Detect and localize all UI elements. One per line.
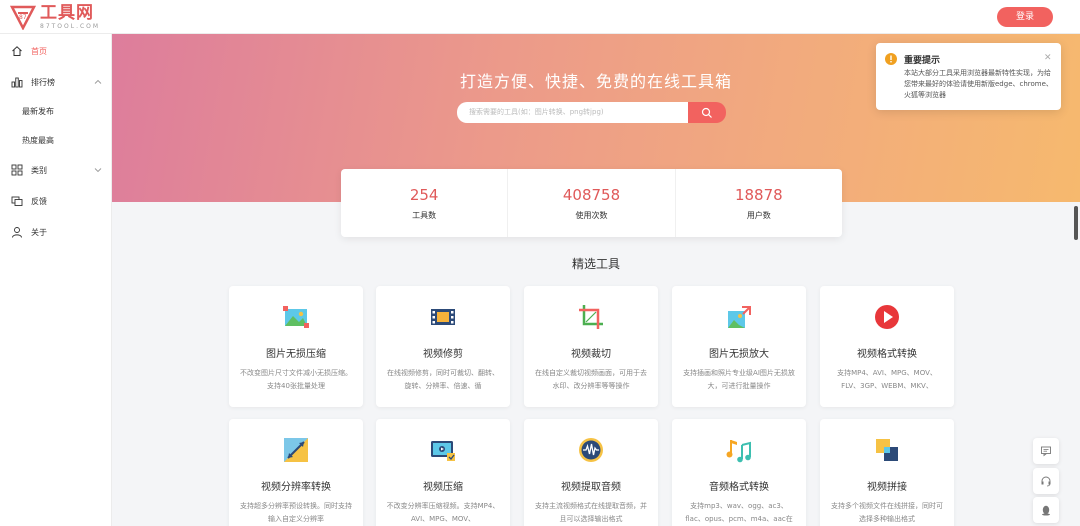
music-notes-icon bbox=[726, 440, 751, 463]
video-trim-icon bbox=[431, 309, 455, 325]
sidebar-item-ranking[interactable]: 排行榜 bbox=[0, 70, 112, 94]
sidebar-subitem-latest[interactable]: 最新发布 bbox=[22, 106, 54, 117]
tool-title: 视频拼接 bbox=[867, 482, 907, 493]
tool-card[interactable]: 视频格式转换 支持MP4、AVI、MPG、MOV、FLV、3GP、WEBM、MK… bbox=[820, 286, 954, 407]
tool-description: 不改变图片尺寸文件减小无损压缩。支持40张批量处理 bbox=[240, 369, 352, 390]
chevron-up-icon[interactable] bbox=[93, 77, 103, 87]
stat-label: 工具数 bbox=[412, 211, 437, 220]
search-button[interactable] bbox=[688, 102, 726, 123]
notice-body: 本站大部分工具采用浏览器最新特性实现，为给您带来最好的体验请使用新版edge、c… bbox=[904, 69, 1053, 99]
tool-card[interactable]: 视频分辨率转换 支持超多分辨率预设转换。同时支持输入自定义分辨率 bbox=[229, 419, 363, 526]
tool-title: 视频提取音频 bbox=[561, 482, 621, 493]
stat-value: 254 bbox=[409, 186, 439, 204]
support-button[interactable] bbox=[1033, 468, 1059, 494]
top-bar: 87 工具网 87TOOL.COM 登录 bbox=[0, 0, 1080, 34]
stat-usage: 408758 使用次数 bbox=[508, 169, 676, 237]
stat-label: 用户数 bbox=[746, 211, 771, 220]
logo-icon: 87 bbox=[10, 5, 36, 30]
home-icon bbox=[11, 45, 23, 57]
stat-tools: 254 工具数 bbox=[341, 169, 509, 237]
qq-icon bbox=[1042, 505, 1050, 516]
tool-title: 视频裁切 bbox=[571, 349, 611, 360]
chevron-down-icon[interactable] bbox=[93, 165, 103, 175]
sidebar-subitem-popular[interactable]: 热度最高 bbox=[22, 135, 54, 146]
audio-extract-icon bbox=[579, 438, 603, 462]
tool-title: 视频分辨率转换 bbox=[261, 482, 331, 493]
tool-description: 支持mp3、wav、ogg、ac3、flac、opus、pcm、m4a、aac在 bbox=[685, 502, 793, 523]
video-resolution-icon bbox=[284, 438, 308, 462]
tool-card[interactable]: 视频提取音频 支持主流视频格式在线提取音频，并且可以选择输出格式 bbox=[524, 419, 658, 526]
svg-text:87: 87 bbox=[19, 14, 27, 21]
user-icon bbox=[11, 226, 23, 238]
tool-title: 图片无损压缩 bbox=[266, 349, 326, 360]
stats-panel: 254 工具数 408758 使用次数 18878 用户数 bbox=[341, 169, 842, 237]
sidebar-item-label: 反馈 bbox=[31, 196, 47, 206]
tool-description: 支持主流视频格式在线提取音频，并且可以选择输出格式 bbox=[535, 502, 647, 523]
tool-title: 视频压缩 bbox=[423, 482, 463, 493]
search-input[interactable]: 搜索需要的工具(如：图片转换、png转jpg) bbox=[457, 102, 689, 123]
tool-description: 在线视频修剪，同时可裁切、翻转、旋转、分辨率、倍速、循 bbox=[387, 369, 499, 390]
tool-card[interactable]: 视频拼接 支持多个视频文件在线拼接，同时可选择多种输出格式 bbox=[820, 419, 954, 526]
video-convert-icon bbox=[875, 305, 899, 329]
video-merge-icon bbox=[876, 439, 898, 461]
logo-subtitle: 87TOOL.COM bbox=[40, 22, 101, 30]
sidebar-item-label: 类别 bbox=[31, 165, 47, 175]
warning-icon bbox=[885, 53, 897, 65]
tool-title: 图片无损放大 bbox=[709, 349, 769, 360]
logo-title: 工具网 bbox=[40, 2, 94, 23]
tool-title: 视频修剪 bbox=[423, 349, 463, 360]
tool-description: 在线自定义裁切视频画面，可用于去水印、改分辨率等等操作 bbox=[535, 369, 647, 390]
video-compress-icon bbox=[431, 441, 455, 461]
tool-description: 不改变分辨率压缩视频。支持MP4、AVI、MPG、MOV、 bbox=[386, 502, 500, 523]
feedback-icon bbox=[11, 195, 23, 207]
sidebar-item-feedback[interactable]: 反馈 bbox=[0, 189, 112, 213]
notice-title: 重要提示 bbox=[904, 56, 941, 66]
search-box: 搜索需要的工具(如：图片转换、png转jpg) bbox=[457, 102, 727, 123]
video-crop-icon bbox=[579, 305, 603, 329]
qq-button[interactable] bbox=[1033, 497, 1059, 523]
image-compress-icon bbox=[283, 306, 309, 328]
logo[interactable]: 87 工具网 87TOOL.COM bbox=[10, 4, 100, 30]
bar-chart-icon bbox=[11, 76, 23, 88]
stat-value: 18878 bbox=[734, 186, 783, 204]
tool-card[interactable]: 图片无损压缩 不改变图片尺寸文件减小无损压缩。支持40张批量处理 bbox=[229, 286, 363, 407]
login-button[interactable]: 登录 bbox=[997, 7, 1053, 27]
sidebar-item-category[interactable]: 类别 bbox=[0, 158, 112, 182]
sidebar-item-about[interactable]: 关于 bbox=[0, 220, 112, 244]
tool-card[interactable]: 视频修剪 在线视频修剪，同时可裁切、翻转、旋转、分辨率、倍速、循 bbox=[376, 286, 510, 407]
sidebar: 首页 排行榜 最新发布 热度最高 类别 反馈 关于 bbox=[0, 34, 112, 526]
tool-description: 支持插画和照片专业级AI图片无损放大，可进行批量操作 bbox=[683, 369, 795, 390]
grid-icon bbox=[11, 164, 23, 176]
tool-card[interactable]: 音频格式转换 支持mp3、wav、ogg、ac3、flac、opus、pcm、m… bbox=[672, 419, 806, 526]
search-icon bbox=[701, 107, 712, 118]
message-icon bbox=[1041, 446, 1051, 457]
tool-title: 视频格式转换 bbox=[857, 349, 917, 360]
notice-popup: 重要提示 ✕ 本站大部分工具采用浏览器最新特性实现，为给您带来最好的体验请使用新… bbox=[876, 43, 1061, 110]
scrollbar[interactable] bbox=[1074, 206, 1078, 240]
feedback-button[interactable] bbox=[1033, 438, 1059, 464]
sidebar-item-label: 排行榜 bbox=[31, 77, 55, 87]
tool-description: 支持超多分辨率预设转换。同时支持输入自定义分辨率 bbox=[240, 502, 352, 523]
tool-card[interactable]: 图片无损放大 支持插画和照片专业级AI图片无损放大，可进行批量操作 bbox=[672, 286, 806, 407]
close-icon[interactable]: ✕ bbox=[1044, 53, 1052, 63]
tool-description: 支持多个视频文件在线拼接，同时可选择多种输出格式 bbox=[831, 502, 943, 523]
stat-users: 18878 用户数 bbox=[676, 169, 842, 237]
tool-card[interactable]: 视频压缩 不改变分辨率压缩视频。支持MP4、AVI、MPG、MOV、 bbox=[376, 419, 510, 526]
stat-label: 使用次数 bbox=[575, 211, 608, 220]
stat-value: 408758 bbox=[562, 186, 621, 204]
image-enlarge-icon bbox=[728, 306, 751, 328]
sidebar-item-label: 首页 bbox=[31, 46, 47, 56]
tool-card[interactable]: 视频裁切 在线自定义裁切视频画面，可用于去水印、改分辨率等等操作 bbox=[524, 286, 658, 407]
sidebar-item-home[interactable]: 首页 bbox=[0, 39, 112, 63]
tool-title: 音频格式转换 bbox=[709, 482, 769, 493]
sidebar-item-label: 关于 bbox=[31, 227, 47, 237]
tool-description: 支持MP4、AVI、MPG、MOV、FLV、3GP、WEBM、MKV、 bbox=[837, 369, 937, 390]
section-title: 精选工具 bbox=[571, 257, 620, 271]
headset-icon bbox=[1041, 476, 1051, 487]
